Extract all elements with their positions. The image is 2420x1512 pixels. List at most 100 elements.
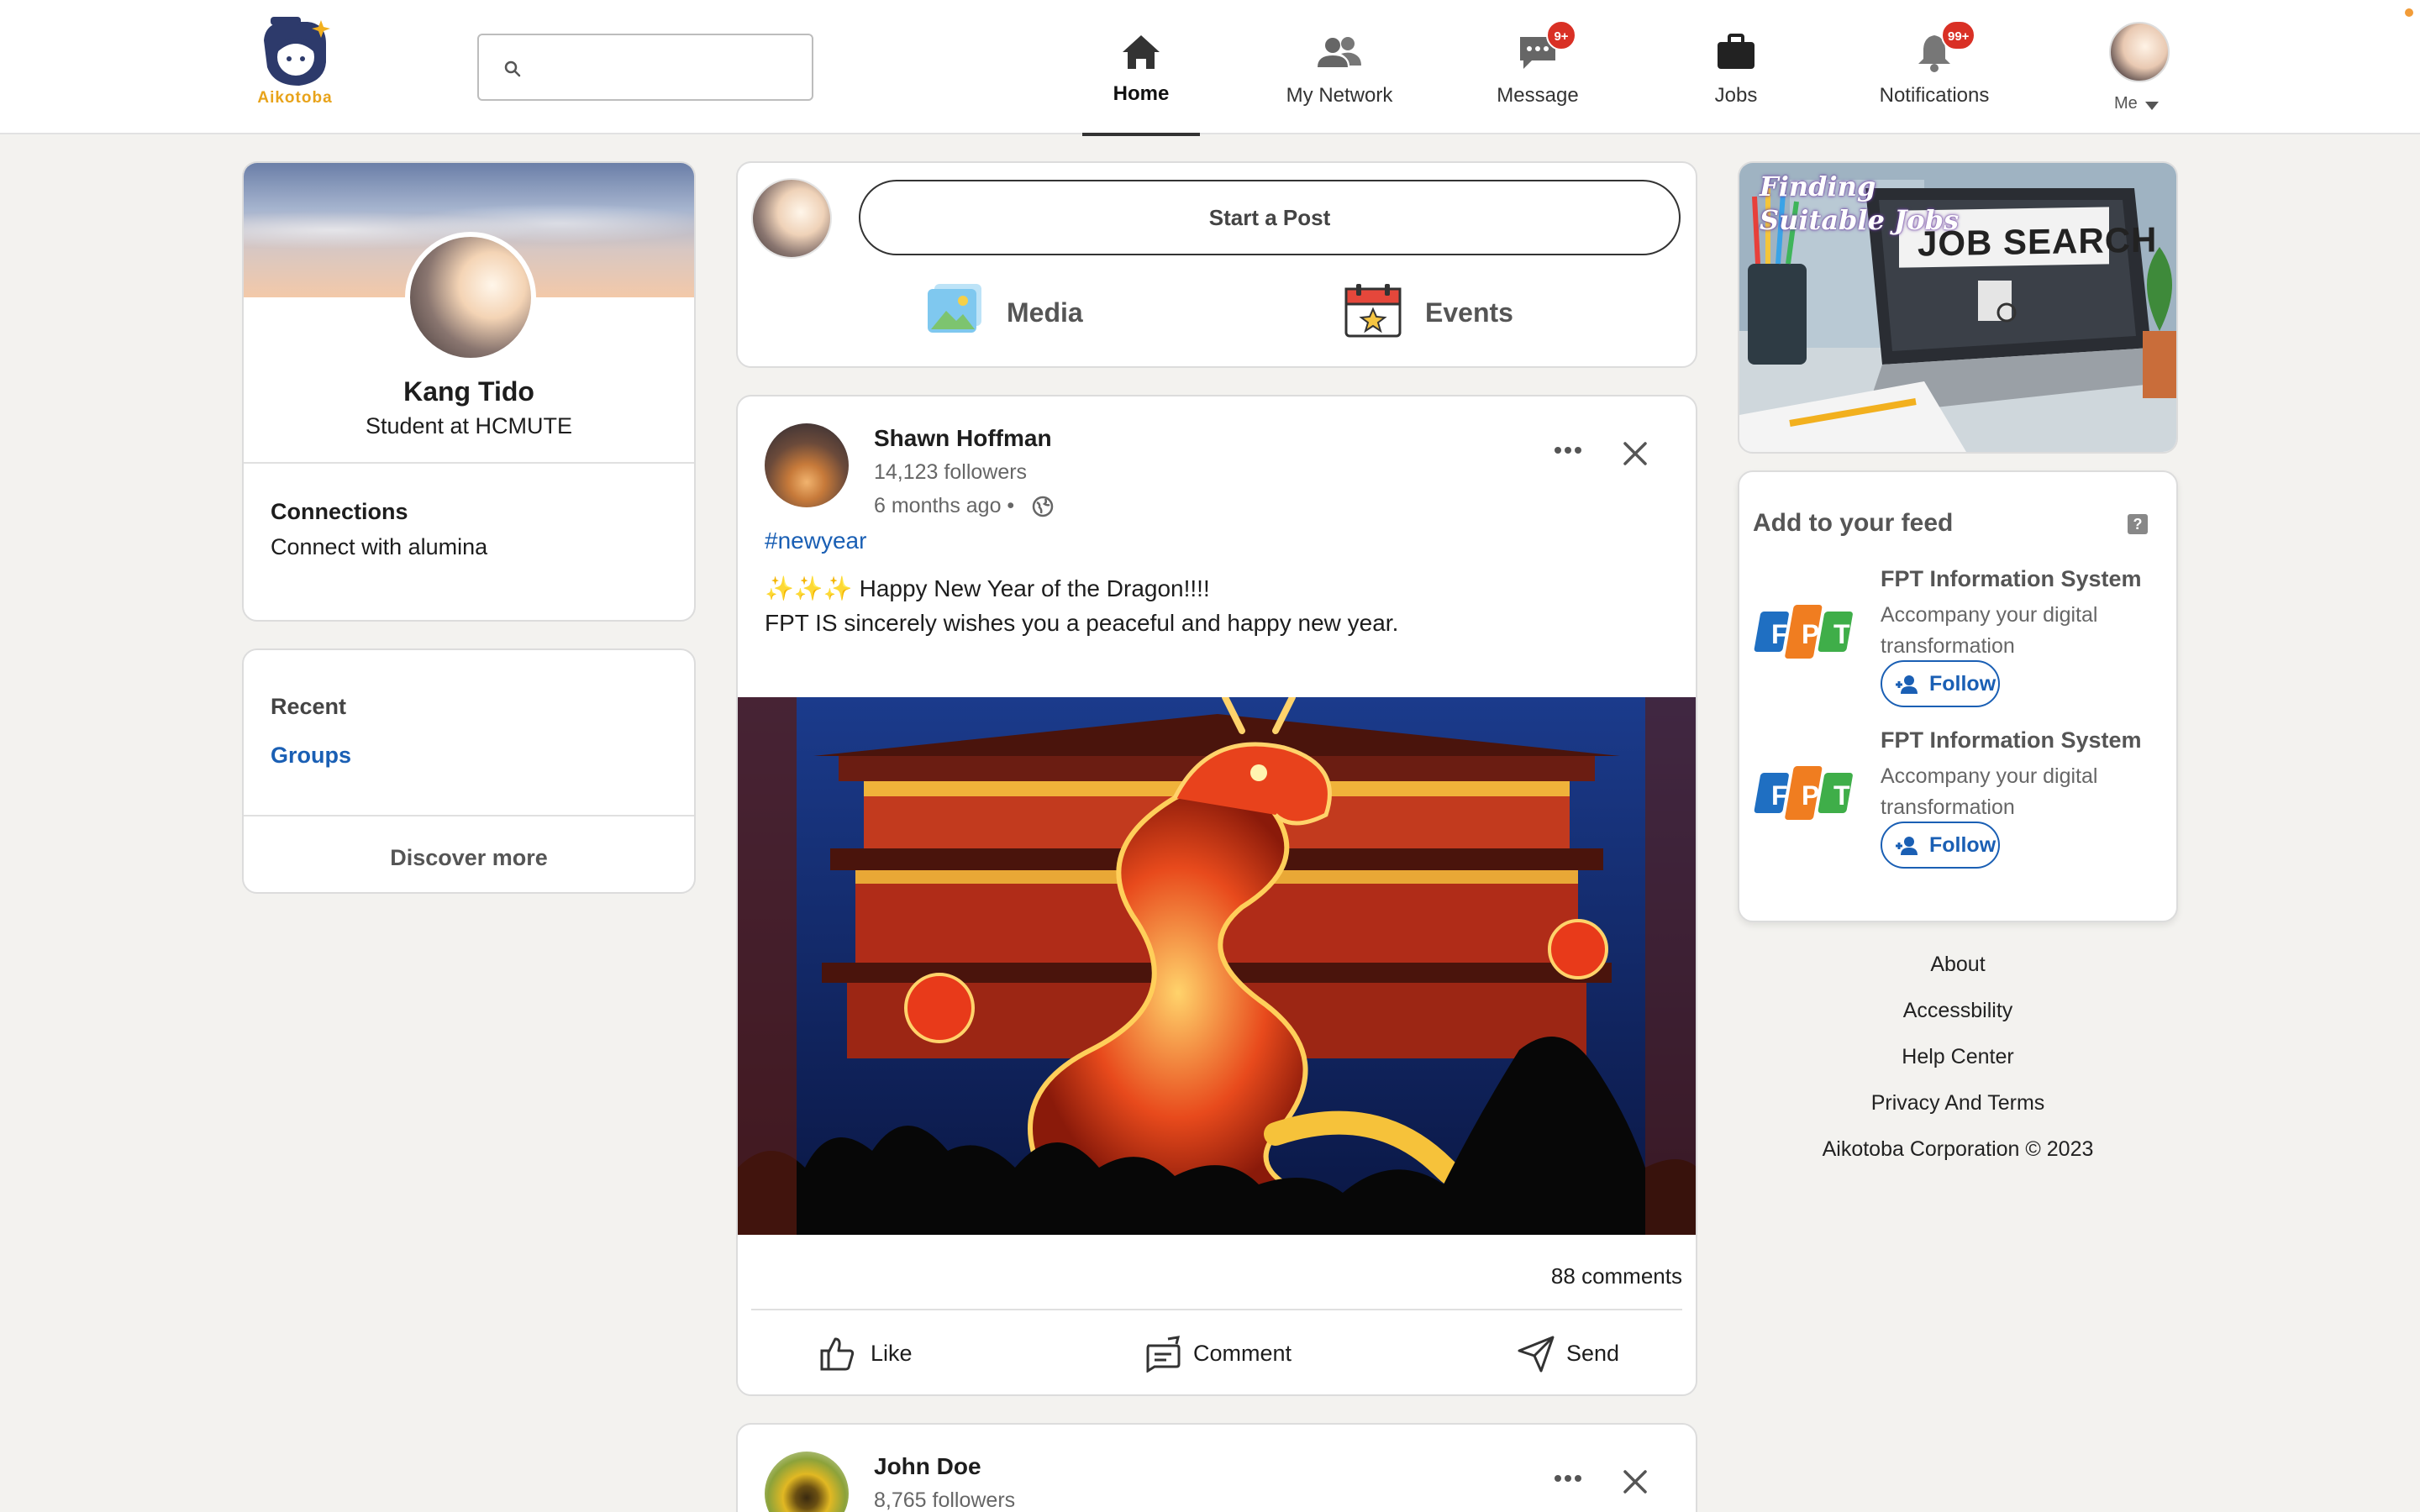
divider: [244, 815, 694, 816]
logo-mascot-icon: [264, 17, 330, 86]
search-icon: [504, 60, 521, 77]
recent-title: Recent: [271, 694, 347, 719]
me-avatar[interactable]: [2109, 22, 2170, 82]
start-post-button[interactable]: Start a Post: [859, 180, 1681, 255]
close-icon[interactable]: [1622, 440, 1649, 467]
media-label: Media: [1007, 297, 1083, 328]
like-label: Like: [871, 1341, 913, 1366]
add-person-icon: [1896, 675, 1918, 694]
post-text-greeting: Happy New Year of the Dragon!!!!: [859, 575, 1210, 601]
feed-title: Add to your feed: [1753, 509, 1954, 537]
fpt-logo-icon[interactable]: F P T: [1753, 600, 1857, 667]
post-followers: 14,123 followers: [874, 460, 1028, 484]
comments-count[interactable]: 88 comments: [1551, 1263, 1682, 1289]
add-person-icon: [1896, 837, 1918, 855]
help-icon[interactable]: ?: [2128, 514, 2148, 534]
fpt-letter-p: P: [1802, 780, 1819, 811]
events-label: Events: [1425, 297, 1513, 328]
more-options-icon[interactable]: [1553, 1473, 1583, 1483]
footer-copyright: Aikotoba Corporation © 2023: [1822, 1137, 2094, 1161]
search-input[interactable]: [538, 44, 798, 91]
follow-button[interactable]: Follow: [1881, 822, 2000, 869]
profile-name[interactable]: Kang Tido: [244, 376, 694, 407]
footer-link-about[interactable]: About: [1738, 953, 2178, 977]
nav-my-network[interactable]: My Network: [1272, 0, 1407, 134]
suggestion-description: Accompany your digital transformation: [1881, 764, 2098, 819]
groups-link[interactable]: Groups: [271, 743, 351, 769]
more-options-icon[interactable]: [1553, 445, 1583, 455]
footer-link-help-center[interactable]: Help Center: [1738, 1045, 2178, 1069]
search-box[interactable]: [477, 34, 813, 101]
profile-avatar[interactable]: [405, 232, 536, 363]
connections-title[interactable]: Connections: [271, 499, 408, 525]
fpt-logo-icon[interactable]: F P T: [1753, 761, 1857, 828]
profile-subtitle: Student at HCMUTE: [365, 413, 573, 438]
briefcase-icon: [1718, 34, 1754, 69]
follow-label: Follow: [1929, 672, 1996, 696]
banner-job-search-text: JOB SEARCH: [1918, 219, 2158, 264]
recent-card: Recent Groups Discover more: [242, 648, 696, 894]
job-search-banner[interactable]: Finding Suitable Jobs JOB SEARCH: [1738, 161, 2178, 454]
discover-more-button[interactable]: Discover more: [244, 845, 694, 871]
post-composer: Start a Post Media Events: [736, 161, 1697, 368]
aikotoba-logo[interactable]: Aikotoba: [249, 15, 341, 109]
image-icon: [928, 284, 981, 333]
post-followers: 8,765 followers: [874, 1488, 1016, 1512]
feed-post: John Doe 8,765 followers: [736, 1423, 1697, 1512]
media-option[interactable]: Media: [926, 282, 1128, 344]
comment-button[interactable]: Comment: [1143, 1329, 1311, 1379]
profile-card: Kang Tido Student at HCMUTE Connections …: [242, 161, 696, 622]
fpt-letter-t: T: [1833, 619, 1850, 649]
footer-link-privacy-terms[interactable]: Privacy And Terms: [1738, 1091, 2178, 1116]
nav-jobs-label: Jobs: [1714, 84, 1758, 107]
message-badge: 9+: [1546, 20, 1576, 50]
post-author-avatar[interactable]: [765, 1452, 849, 1512]
feed-suggestion: F P T FPT Information System Accompany y…: [1739, 727, 2176, 887]
composer-avatar: [751, 178, 832, 259]
home-icon: [1123, 35, 1160, 69]
suggestion-name[interactable]: FPT Information System: [1881, 566, 2142, 592]
comment-icon: [1146, 1336, 1181, 1373]
add-to-feed-card: Add to your feed ? F P T FPT Information…: [1738, 470, 2178, 922]
fpt-letter-f: F: [1771, 780, 1788, 811]
feed-post: Shawn Hoffman 14,123 followers 6 months …: [736, 395, 1697, 1396]
fpt-letter-f: F: [1771, 619, 1788, 649]
post-author-name[interactable]: John Doe: [874, 1453, 981, 1480]
dragon-lantern-illustration: [738, 697, 1696, 1235]
post-hashtag[interactable]: #newyear: [765, 528, 866, 554]
post-author-name[interactable]: Shawn Hoffman: [874, 425, 1052, 452]
events-option[interactable]: Events: [1344, 282, 1546, 344]
nav-message[interactable]: 9+ Message: [1481, 0, 1595, 134]
send-icon: [1518, 1336, 1555, 1373]
me-label[interactable]: Me: [2114, 94, 2138, 113]
nav-notifications[interactable]: 99+ Notifications: [1867, 0, 2002, 134]
status-dot: [2405, 8, 2413, 17]
close-icon[interactable]: [1622, 1468, 1649, 1495]
fpt-letter-t: T: [1833, 780, 1850, 811]
nav-notifications-label: Notifications: [1879, 84, 1990, 107]
follow-button[interactable]: Follow: [1881, 660, 2000, 707]
calendar-icon: [1344, 284, 1402, 338]
nav-my-network-label: My Network: [1286, 84, 1393, 107]
nav-home[interactable]: Home: [1082, 0, 1200, 136]
people-icon: [1318, 37, 1361, 67]
thumbs-up-icon: [820, 1337, 855, 1371]
follow-label: Follow: [1929, 833, 1996, 857]
top-navbar: Aikotoba Home My Network 9+ Message Jobs…: [0, 0, 2420, 136]
nav-jobs[interactable]: Jobs: [1694, 0, 1778, 134]
caret-down-icon[interactable]: [2144, 101, 2160, 111]
connections-subtitle[interactable]: Connect with alumina: [271, 534, 487, 560]
post-author-avatar[interactable]: [765, 423, 849, 507]
fpt-letter-p: P: [1802, 619, 1819, 649]
send-button[interactable]: Send: [1518, 1329, 1635, 1379]
footer-link-accessibility[interactable]: Accessbility: [1738, 999, 2178, 1023]
nav-home-label: Home: [1113, 82, 1170, 105]
divider: [751, 1309, 1682, 1310]
suggestion-name[interactable]: FPT Information System: [1881, 727, 2142, 753]
feed-suggestion: F P T FPT Information System Accompany y…: [1739, 566, 2176, 726]
comment-label: Comment: [1193, 1341, 1292, 1366]
like-button[interactable]: Like: [818, 1329, 936, 1379]
post-time: 6 months ago •: [874, 494, 1015, 517]
post-image-dragon-lantern[interactable]: [738, 697, 1696, 1235]
notifications-badge: 99+: [1941, 20, 1976, 50]
